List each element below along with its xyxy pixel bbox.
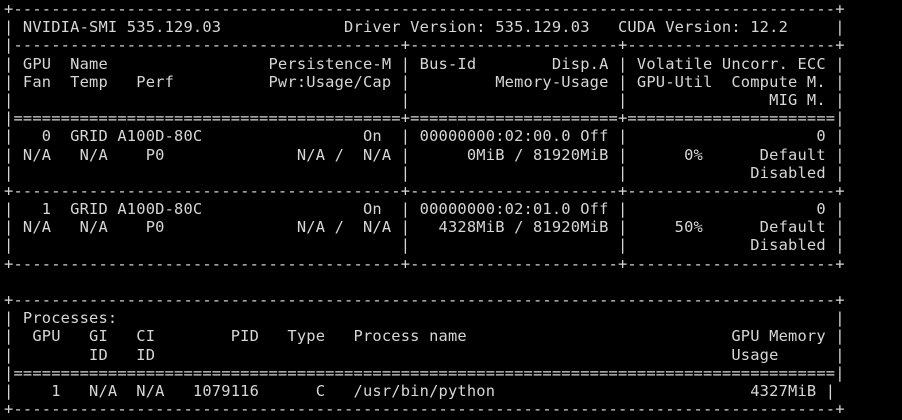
gpu-column-header-1: | GPU Name Persistence-M | Bus-Id Disp.A… <box>4 54 845 73</box>
table-divider: |---------------------------------------… <box>4 36 845 55</box>
terminal-window[interactable]: +---------------------------------------… <box>0 0 902 420</box>
gpu-0-row-1: | 0 GRID A100D-80C On | 00000000:02:00.0… <box>4 127 845 146</box>
gpu-1-row-1: | 1 GRID A100D-80C On | 00000000:02:01.0… <box>4 200 845 219</box>
gpu-0-row-2: | N/A N/A P0 N/A / N/A | 0MiB / 81920MiB… <box>4 145 845 164</box>
processes-top-border: +---------------------------------------… <box>4 291 845 309</box>
gpu-1-row-3: | | | Disabled | <box>4 236 845 255</box>
processes-title: | Processes: | <box>4 309 845 328</box>
processes-bottom-border: +---------------------------------------… <box>4 400 845 419</box>
process-row: | 1 N/A N/A 1079116 C /usr/bin/python 43… <box>4 381 836 400</box>
smi-header-line: | NVIDIA-SMI 535.129.03 Driver Version: … <box>4 18 845 37</box>
processes-column-header-1: | GPU GI CI PID Type Process name GPU Me… <box>4 327 845 346</box>
gpu-column-header-2: | Fan Temp Perf Pwr:Usage/Cap | Memory-U… <box>4 72 845 91</box>
table-top-border: +---------------------------------------… <box>4 0 845 18</box>
gpu-row-divider: +---------------------------------------… <box>4 181 845 200</box>
gpu-table-bottom-border: +---------------------------------------… <box>4 254 845 273</box>
gpu-column-header-3: | | | MIG M. | <box>4 90 845 109</box>
processes-header-separator: |=======================================… <box>4 363 845 382</box>
gpu-0-row-3: | | | Disabled | <box>4 163 845 182</box>
processes-column-header-2: | ID ID Usage | <box>4 345 845 364</box>
gpu-1-row-2: | N/A N/A P0 N/A / N/A | 4328MiB / 81920… <box>4 218 845 237</box>
header-separator: |=======================================… <box>4 109 845 128</box>
